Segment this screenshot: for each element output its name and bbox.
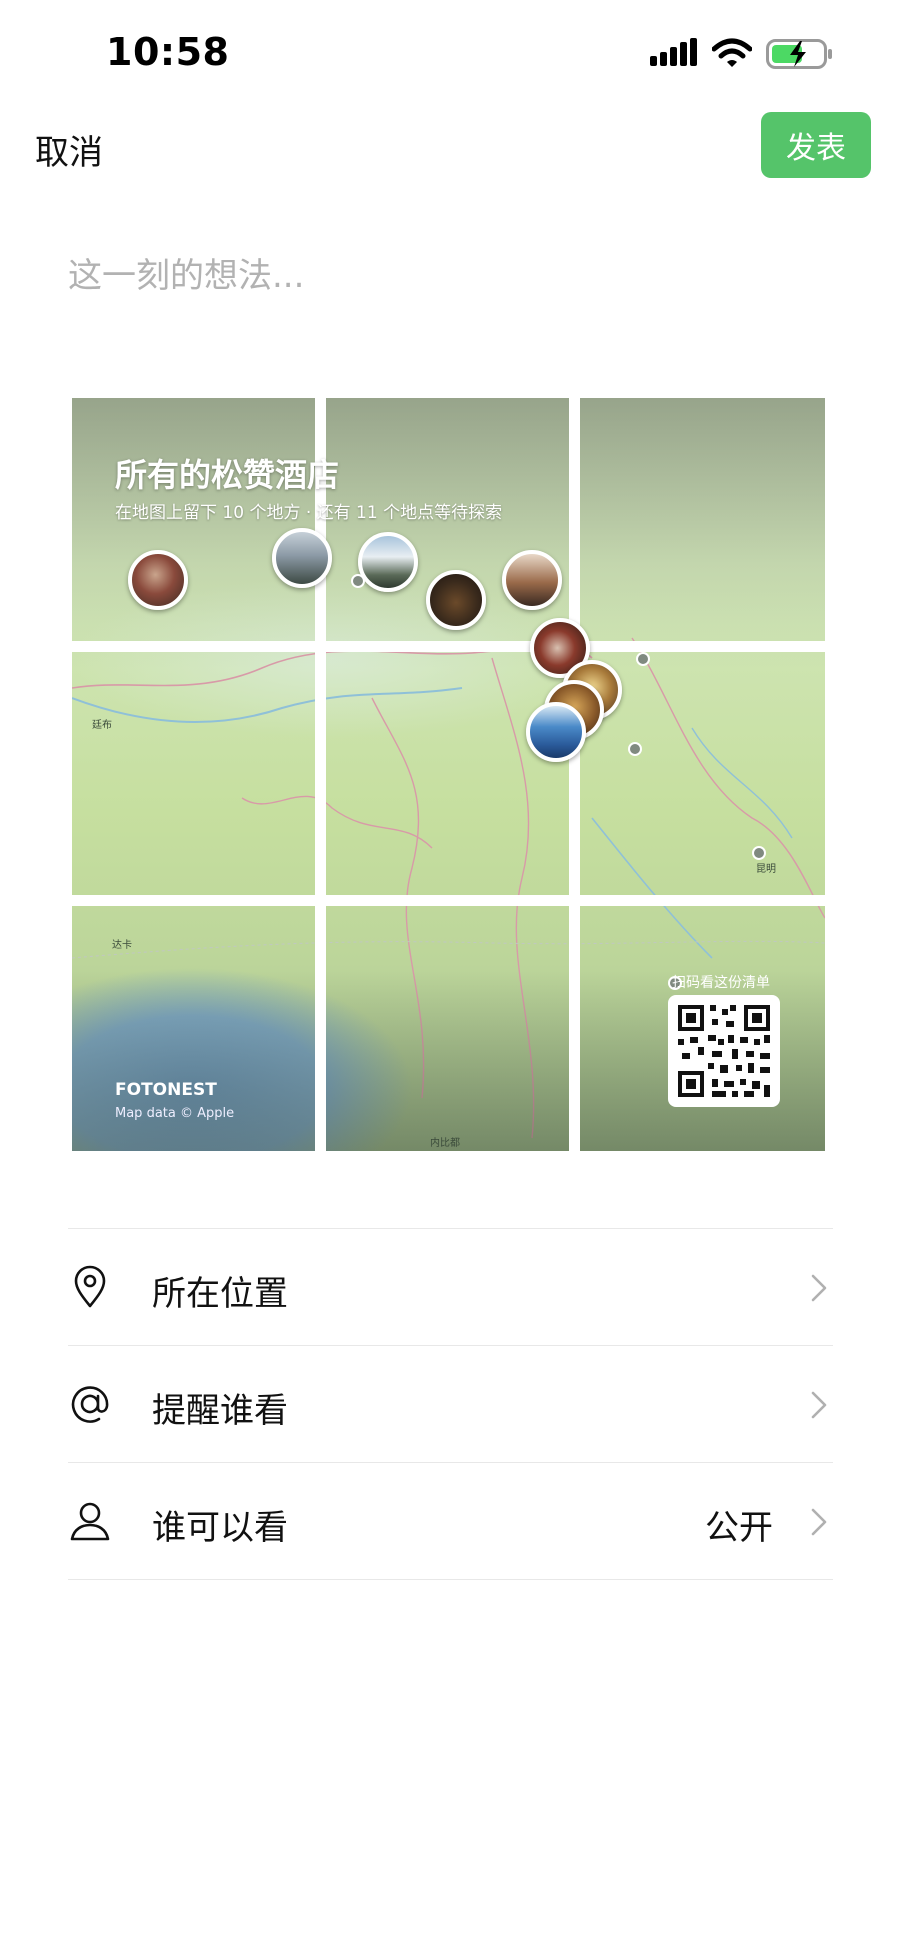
photo-pin: [128, 550, 188, 610]
photo-pin: [426, 570, 486, 630]
location-row[interactable]: 所在位置: [68, 1229, 833, 1345]
map-place-label: 昆明: [756, 864, 776, 875]
map-brand: FOTONEST: [115, 1080, 217, 1100]
mention-label: 提醒谁看: [152, 1391, 288, 1431]
wifi-icon: [712, 38, 752, 67]
map-attribution: Map data © Apple: [115, 1106, 235, 1121]
person-icon: [70, 1502, 110, 1541]
visibility-row[interactable]: 谁可以看 公开: [68, 1463, 833, 1579]
map-place-label: 内比都: [430, 1138, 460, 1149]
mention-row[interactable]: 提醒谁看: [68, 1346, 833, 1462]
battery-charging-icon: [766, 39, 832, 69]
visibility-value: 公开: [705, 1508, 773, 1548]
chevron-right-icon: [811, 1391, 827, 1419]
map-marker: [351, 574, 365, 588]
status-bar: 10:58: [0, 0, 900, 100]
qr-code: [668, 995, 780, 1107]
divider: [68, 1579, 833, 1580]
cellular-signal-icon: [650, 38, 697, 66]
location-pin-icon: [74, 1265, 106, 1308]
map-place-label: 达卡: [112, 940, 132, 951]
thoughts-input[interactable]: [68, 246, 838, 306]
grid-divider: [72, 895, 825, 906]
map-subtitle: 在地图上留下 10 个地方 · 还有 11 个地点等待探索: [115, 503, 503, 523]
map-image-grid[interactable]: 所有的松赞酒店 在地图上留下 10 个地方 · 还有 11 个地点等待探索 廷布…: [72, 398, 825, 1151]
chevron-right-icon: [811, 1508, 827, 1536]
qr-caption: 扫码看这份清单: [672, 975, 770, 991]
status-time: 10:58: [106, 30, 230, 74]
map-marker: [752, 846, 766, 860]
grid-divider: [72, 641, 825, 652]
photo-pin: [526, 702, 586, 762]
publish-button[interactable]: 发表: [761, 112, 871, 178]
location-label: 所在位置: [152, 1274, 288, 1314]
photo-pin: [502, 550, 562, 610]
grid-divider: [569, 398, 580, 1151]
cancel-button[interactable]: 取消: [35, 125, 103, 174]
map-marker: [636, 652, 650, 666]
photo-pin: [272, 528, 332, 588]
photo-pin: [358, 532, 418, 592]
status-icons: [650, 34, 834, 74]
map-title: 所有的松赞酒店: [115, 456, 340, 494]
map-place-label: 廷布: [92, 720, 112, 731]
qr-code-icon: [678, 1005, 770, 1097]
map-marker: [628, 742, 642, 756]
at-sign-icon: [71, 1386, 109, 1423]
visibility-label: 谁可以看: [152, 1508, 288, 1548]
chevron-right-icon: [811, 1274, 827, 1302]
